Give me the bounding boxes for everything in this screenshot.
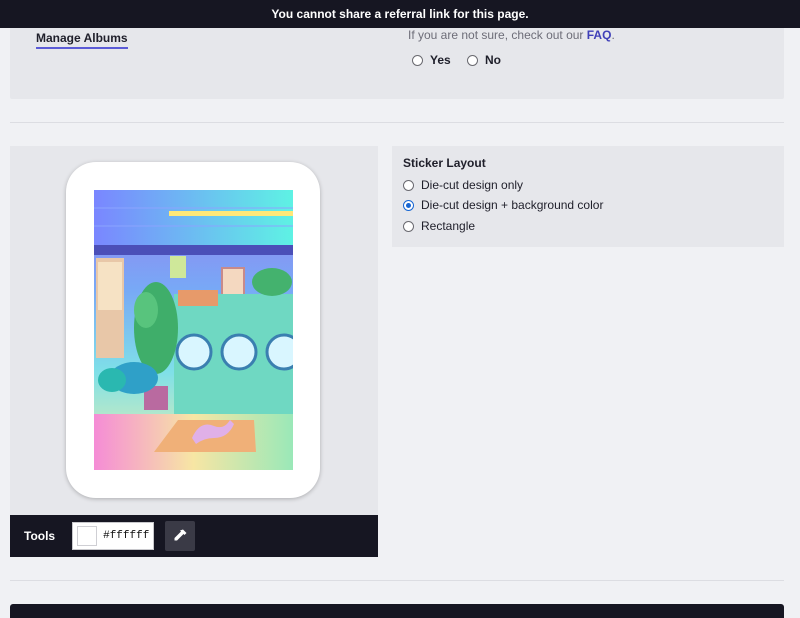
layout-option-die-cut[interactable]: Die-cut design only — [403, 178, 523, 192]
no-label: No — [485, 53, 501, 67]
faq-prefix: If you are not sure, check out our — [408, 28, 587, 42]
die-cut-bg-radio[interactable] — [403, 199, 414, 211]
section-divider — [10, 122, 784, 123]
no-option[interactable]: No — [467, 53, 501, 67]
laundromat-artwork-image — [94, 190, 293, 470]
referral-banner: You cannot share a referral link for thi… — [0, 0, 800, 28]
yes-option[interactable]: Yes — [412, 53, 451, 67]
sticker-layout-title: Sticker Layout — [403, 156, 486, 170]
sticker-preview-panel — [10, 146, 378, 515]
die-cut-label: Die-cut design only — [421, 178, 524, 192]
faq-suffix: . — [611, 28, 615, 42]
yes-label: Yes — [430, 53, 451, 67]
layout-option-rectangle[interactable]: Rectangle — [403, 219, 475, 233]
background-color-field[interactable]: #ffffff — [72, 522, 155, 550]
no-radio[interactable] — [467, 54, 478, 66]
layout-option-die-cut-bg[interactable]: Die-cut design + background color — [403, 198, 603, 212]
color-hex-value[interactable]: #ffffff — [103, 530, 149, 542]
die-cut-bg-label: Die-cut design + background color — [421, 198, 604, 212]
die-cut-radio[interactable] — [403, 179, 414, 191]
bottom-divider — [10, 580, 784, 581]
faq-link[interactable]: FAQ — [587, 28, 612, 42]
yes-radio[interactable] — [412, 54, 423, 66]
manage-albums-link[interactable]: Manage Albums — [36, 31, 128, 49]
eyedropper-icon — [174, 529, 187, 541]
bottom-dark-section — [10, 604, 784, 618]
tools-bar: Tools #ffffff — [10, 515, 378, 557]
tools-label: Tools — [24, 529, 56, 543]
faq-note: If you are not sure, check out our FAQ. — [408, 28, 615, 42]
color-swatch[interactable] — [77, 526, 98, 546]
sticker-preview — [66, 162, 320, 498]
rectangle-radio[interactable] — [403, 220, 414, 232]
eyedropper-button[interactable] — [165, 521, 196, 551]
rectangle-label: Rectangle — [421, 219, 476, 233]
referral-banner-text: You cannot share a referral link for thi… — [271, 7, 529, 21]
sticker-layout-panel: Sticker Layout Die-cut design only Die-c… — [392, 146, 784, 247]
sticker-artwork — [94, 190, 293, 470]
